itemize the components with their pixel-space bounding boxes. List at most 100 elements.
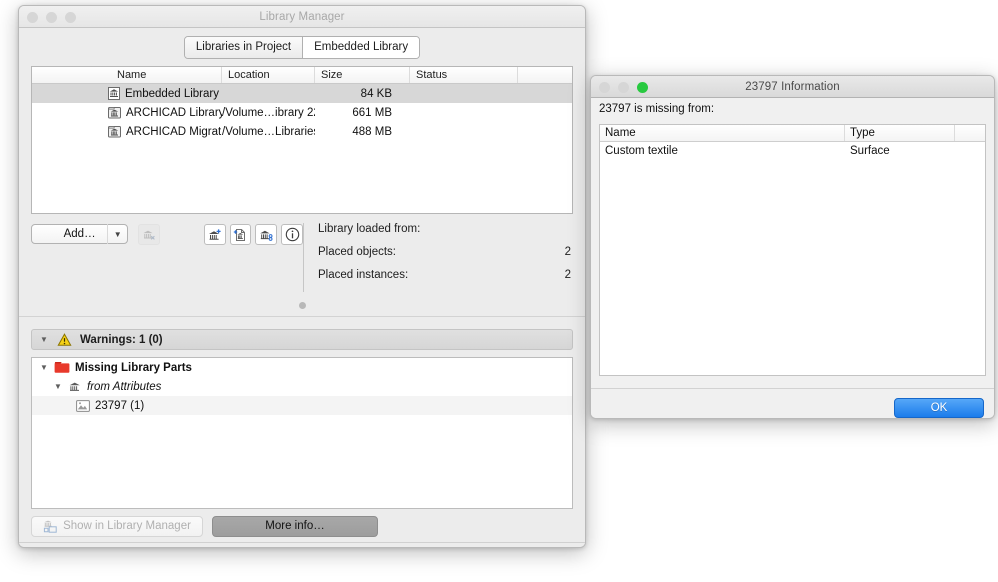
row-name-label: ARCHICAD Library… — [126, 106, 222, 119]
detail-value: 2 — [564, 269, 571, 281]
minimize-button[interactable] — [46, 11, 57, 23]
row-size-cell: 84 KB — [360, 87, 392, 100]
zoom-button[interactable] — [637, 81, 648, 93]
add-library-folder-button[interactable] — [203, 224, 226, 245]
missing-from-table[interactable]: Name Type Custom textile Surface — [599, 124, 986, 376]
library-info-button[interactable] — [281, 224, 303, 245]
detail-library-loaded-from: Library loaded from: — [318, 223, 573, 246]
library-table[interactable]: Name Location Size Status Embedded Libra… — [31, 66, 573, 214]
warnings-actions: Show in Library Manager More info… — [31, 515, 573, 537]
close-button[interactable] — [27, 11, 38, 23]
triangle-down-icon[interactable]: ▼ — [40, 363, 49, 372]
column-header-status[interactable]: Status — [410, 67, 518, 83]
linked-library-icon — [108, 106, 121, 119]
main-titlebar: Library Manager — [19, 6, 585, 28]
column-header-name[interactable]: Name — [32, 67, 222, 83]
red-folder-icon — [54, 361, 70, 374]
library-manager-window: Library Manager Libraries in Project Emb… — [18, 5, 586, 548]
remove-library-icon — [142, 228, 156, 241]
detail-value: 2 — [564, 246, 571, 258]
tree-item-label: Missing Library Parts — [75, 361, 192, 374]
information-window: 23797 Information 23797 is missing from:… — [590, 75, 995, 419]
table-row[interactable]: Custom textile Surface — [600, 142, 985, 159]
library-panel: Name Location Size Status Embedded Libra… — [31, 66, 573, 214]
info-window-title: 23797 Information — [745, 80, 840, 93]
tree-item-from-attributes[interactable]: ▼ from Attributes — [32, 377, 572, 396]
tab-libraries-in-project[interactable]: Libraries in Project — [184, 37, 304, 58]
row-location-cell: /Volume…ibrary 22 — [222, 106, 315, 119]
attributes-bank-icon — [68, 380, 82, 393]
window-controls[interactable] — [27, 6, 76, 28]
info-window-body: 23797 is missing from: Name Type Custom … — [591, 98, 994, 418]
add-library-icon — [207, 228, 222, 242]
tree-item-label: from Attributes — [87, 380, 162, 393]
show-library-icon — [43, 520, 58, 533]
row-name-cell: Custom textile — [605, 144, 678, 157]
resize-grip-dot[interactable] — [298, 301, 306, 309]
show-in-library-manager-label: Show in Library Manager — [63, 520, 191, 532]
add-button-label: Add… — [63, 228, 96, 240]
linked-library-icon — [108, 125, 121, 138]
add-file-library-button[interactable] — [229, 224, 252, 245]
minimize-button[interactable] — [618, 81, 629, 93]
detail-placed-instances: Placed instances: 2 — [318, 269, 573, 292]
row-size-cell: 488 MB — [352, 125, 392, 138]
warnings-header[interactable]: ▼ Warnings: 1 (0) — [31, 329, 573, 350]
tab-bar: Libraries in Project Embedded Library — [19, 28, 585, 66]
row-name-cell: Embedded Library — [32, 87, 222, 100]
main-window-body: Libraries in Project Embedded Library Na… — [19, 28, 585, 547]
link-library-icon — [259, 228, 274, 242]
tree-item-label: 23797 (1) — [95, 399, 145, 412]
close-button[interactable] — [599, 81, 610, 93]
table-row[interactable]: ARCHICAD Library… /Volume…ibrary 22 661 … — [32, 103, 572, 122]
tab-embedded-library[interactable]: Embedded Library — [303, 37, 420, 58]
show-in-library-manager-button[interactable]: Show in Library Manager — [31, 515, 203, 537]
info-ok-button[interactable]: OK — [894, 398, 984, 418]
info-subtitle: 23797 is missing from: — [599, 103, 715, 115]
tree-item-missing-library-parts[interactable]: ▼ Missing Library Parts — [32, 358, 572, 377]
screen: Library Manager Libraries in Project Emb… — [0, 0, 998, 582]
column-header-type[interactable]: Type — [845, 125, 955, 141]
panel-resize-handle[interactable] — [19, 298, 585, 312]
row-location-cell: /Volume…Libraries — [222, 125, 315, 138]
row-name-label: Embedded Library — [125, 87, 219, 100]
column-header-size[interactable]: Size — [315, 67, 410, 83]
row-type-cell: Surface — [850, 144, 890, 157]
more-info-button[interactable]: More info… — [212, 515, 378, 537]
add-file-library-icon — [233, 228, 247, 242]
table-row[interactable]: Embedded Library 84 KB — [32, 84, 572, 103]
column-header-name[interactable]: Name — [600, 125, 845, 141]
library-toolbar: Add… ▼ — [31, 223, 303, 245]
window-title: Library Manager — [259, 10, 345, 23]
tree-item-23797[interactable]: 23797 (1) — [32, 396, 572, 415]
link-library-button[interactable] — [255, 224, 278, 245]
row-name-label: ARCHICAD Migrati… — [126, 125, 222, 138]
row-name-cell: ARCHICAD Library… — [32, 106, 222, 119]
zoom-button[interactable] — [65, 11, 76, 23]
remove-library-button[interactable] — [138, 224, 161, 245]
info-icon — [285, 227, 300, 242]
column-header-extra[interactable] — [518, 67, 572, 83]
column-header-location[interactable]: Location — [222, 67, 315, 83]
library-toolbar-row: Add… ▼ Library loaded from: Placed objec… — [31, 223, 573, 295]
add-library-button[interactable]: Add… ▼ — [31, 224, 129, 244]
detail-placed-objects: Placed objects: 2 — [318, 246, 573, 269]
detail-label: Placed instances: — [318, 269, 409, 281]
triangle-down-icon[interactable]: ▼ — [40, 335, 49, 344]
embedded-library-icon — [108, 87, 120, 100]
table-row[interactable]: ARCHICAD Migrati… /Volume…Libraries 488 … — [32, 122, 572, 141]
detail-label: Library loaded from: — [318, 223, 421, 235]
missing-from-table-header: Name Type — [600, 125, 985, 142]
info-window-controls[interactable] — [599, 76, 648, 98]
more-info-label: More info… — [265, 520, 325, 532]
warnings-tree[interactable]: ▼ Missing Library Parts ▼ from Attribute… — [31, 357, 573, 509]
info-titlebar: 23797 Information — [591, 76, 994, 98]
row-size-cell: 661 MB — [352, 106, 392, 119]
warning-triangle-icon — [57, 332, 72, 347]
warnings-label: Warnings: 1 (0) — [80, 333, 163, 346]
library-part-icon — [76, 399, 90, 412]
column-header-extra[interactable] — [955, 125, 985, 141]
row-name-cell: ARCHICAD Migrati… — [32, 125, 222, 138]
chevron-down-icon[interactable]: ▼ — [107, 224, 127, 244]
triangle-down-icon[interactable]: ▼ — [54, 382, 63, 391]
